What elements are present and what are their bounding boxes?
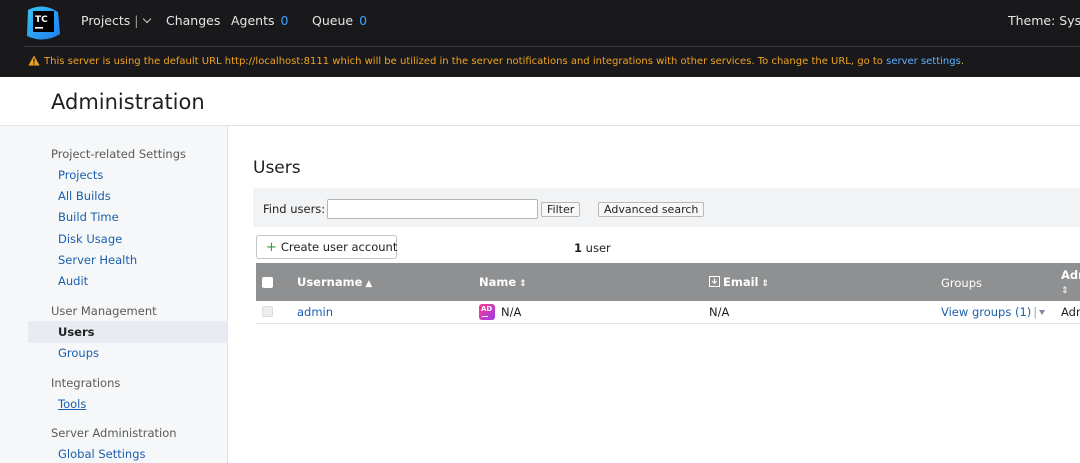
logo-text: TC (35, 15, 48, 25)
nav-projects[interactable]: Projects | (81, 13, 151, 29)
nav-queue[interactable]: Queue 0 (312, 13, 367, 29)
nav-queue-label: Queue (312, 13, 354, 28)
find-users-label: Find users: (263, 202, 326, 216)
plus-icon: + (266, 240, 277, 255)
avatar: AD (479, 304, 495, 320)
sidebar-item-tools[interactable]: Tools (58, 397, 86, 411)
sidebar-group-project-settings: Project-related Settings (51, 147, 186, 161)
sidebar-item-projects[interactable]: Projects (58, 168, 103, 182)
groups-separator: | (1033, 305, 1038, 319)
create-user-label: Create user account (280, 240, 398, 254)
sort-icon: ⇕ (519, 279, 527, 289)
dropdown-triangle-icon[interactable] (1039, 310, 1046, 315)
theme-switcher[interactable]: Theme: System (1008, 13, 1080, 29)
sidebar-item-server-health[interactable]: Server Health (58, 253, 137, 267)
server-settings-link[interactable]: server settings (886, 56, 961, 67)
download-icon[interactable] (709, 276, 720, 287)
nav-agents[interactable]: Agents 0 (231, 13, 288, 29)
sidebar-item-disk-usage[interactable]: Disk Usage (58, 232, 122, 246)
avatar-initials: AD (481, 305, 493, 313)
sidebar-group-integrations: Integrations (51, 376, 121, 390)
view-groups-link[interactable]: View groups (1) (941, 305, 1031, 319)
sidebar-item-all-builds[interactable]: All Builds (58, 189, 111, 203)
username-link[interactable]: admin (297, 305, 333, 319)
filter-button[interactable]: Filter (541, 202, 581, 217)
page-title: Administration (51, 90, 205, 114)
column-email-label: Email (723, 275, 759, 289)
warning-tail: . (960, 56, 965, 67)
admin-cell: Adm (1061, 305, 1080, 319)
column-admin[interactable]: Adm (1061, 268, 1080, 282)
warning-text: This server is using the default URL htt… (44, 56, 883, 67)
sort-icon: ⇕ (761, 279, 770, 289)
sort-up-icon: ▲ (365, 279, 373, 289)
agents-count: 0 (280, 13, 289, 28)
header-divider (24, 46, 1080, 47)
create-user-button[interactable]: + Create user account (256, 235, 397, 259)
select-all-checkbox[interactable] (262, 277, 273, 288)
teamcity-logo[interactable]: TC (24, 4, 62, 42)
column-username-label: Username (297, 275, 363, 289)
email-cell: N/A (709, 305, 730, 319)
sidebar-item-groups[interactable]: Groups (58, 346, 99, 360)
users-title: Users (253, 158, 301, 178)
server-url-warning: This server is using the default URL htt… (28, 55, 964, 69)
user-count-number: 1 (574, 241, 583, 255)
column-email[interactable]: Email ⇕ (709, 275, 769, 291)
nav-agents-label: Agents (231, 13, 275, 28)
row-checkbox[interactable] (262, 306, 273, 317)
find-users-input[interactable] (327, 199, 538, 219)
sidebar-item-audit[interactable]: Audit (58, 274, 88, 288)
sidebar-item-global-settings[interactable]: Global Settings (58, 447, 146, 461)
groups-cell: View groups (1) | (941, 305, 1046, 319)
user-count-label: user (585, 241, 611, 255)
sidebar-item-users[interactable]: Users (58, 325, 95, 339)
name-cell: N/A (501, 305, 522, 319)
warning-icon (28, 55, 40, 66)
user-count: 1 user (574, 241, 611, 255)
chevron-down-icon[interactable] (142, 14, 151, 24)
sort-icon: ⇕ (1061, 286, 1069, 296)
sidebar-group-user-management: User Management (51, 304, 157, 318)
queue-count: 0 (359, 13, 368, 28)
column-name[interactable]: Name ⇕ (479, 275, 527, 291)
nav-projects-label: Projects (81, 13, 131, 28)
column-groups: Groups (941, 276, 983, 290)
sidebar (0, 126, 228, 463)
nav-separator: | (134, 13, 139, 28)
advanced-search-button[interactable]: Advanced search (598, 202, 705, 217)
sidebar-item-build-time[interactable]: Build Time (58, 210, 119, 224)
column-username[interactable]: Username ▲ (297, 275, 372, 291)
nav-changes[interactable]: Changes (166, 13, 220, 29)
column-name-label: Name (479, 275, 517, 289)
sidebar-group-server-administration: Server Administration (51, 426, 177, 440)
